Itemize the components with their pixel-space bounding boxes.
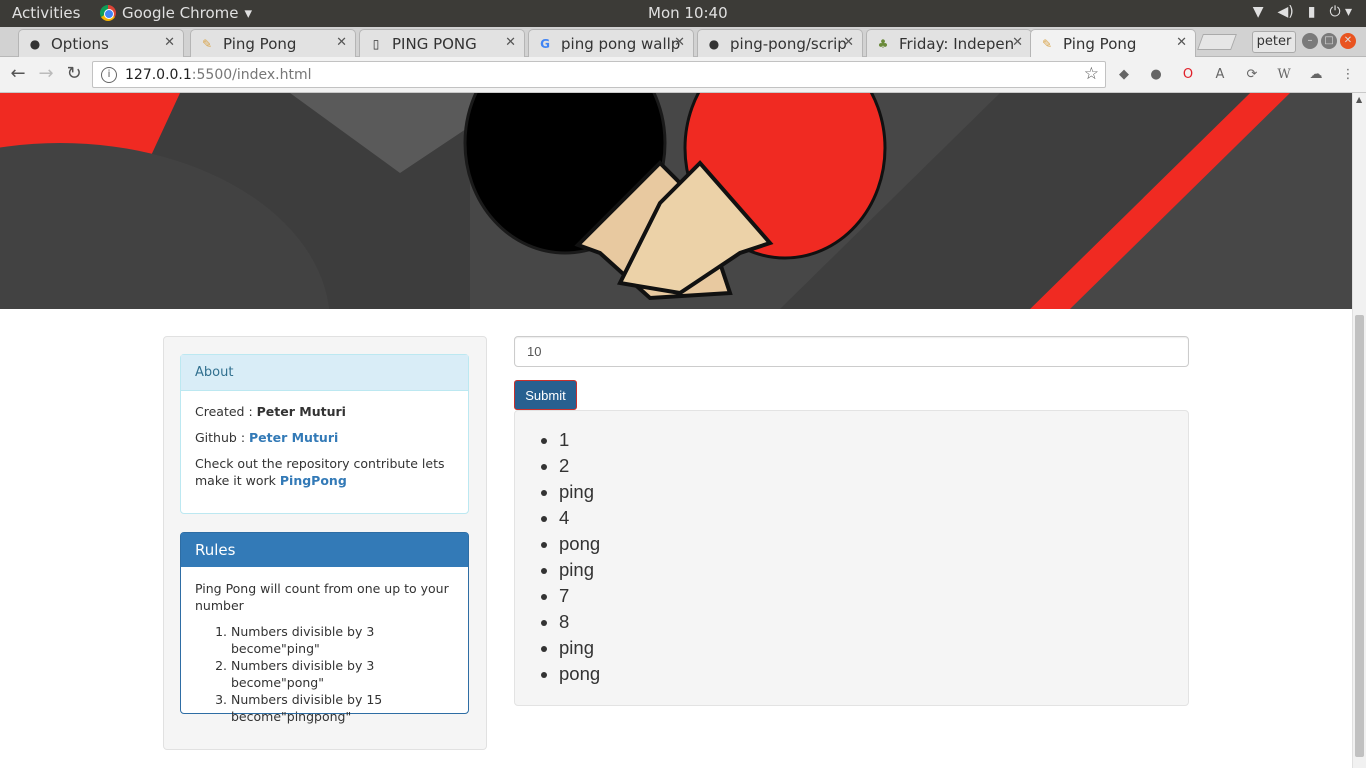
clock[interactable]: Mon 10:40 — [648, 4, 728, 22]
results-list: 1 2 ping 4 pong ping 7 8 ping pong — [559, 427, 1188, 687]
result-item: 1 — [559, 427, 1188, 453]
system-tray[interactable]: ▼ ◀) ▮ ⏻ ▾ — [1253, 4, 1352, 20]
creator-name: Peter Muturi — [256, 404, 346, 419]
tab-label: ping-pong/scrip — [730, 34, 847, 53]
dropbox-icon[interactable]: ◆ — [1115, 66, 1133, 84]
scroll-up-icon[interactable]: ▲ — [1356, 95, 1362, 104]
new-tab-button[interactable] — [1197, 34, 1237, 50]
github-icon: ● — [708, 36, 720, 51]
submit-button[interactable]: Submit — [514, 380, 577, 410]
rule-item: Numbers divisible by 3 become"ping" — [231, 623, 454, 657]
evernote-icon[interactable]: ● — [1147, 66, 1165, 84]
about-panel-body: Created : Peter Muturi Github : Peter Mu… — [181, 391, 468, 510]
window-controls: – □ ✕ — [1302, 33, 1356, 49]
close-tab-icon[interactable]: ✕ — [1012, 35, 1023, 50]
wifi-icon[interactable]: ▼ — [1253, 4, 1264, 20]
rules-panel-body: Ping Pong will count from one up to your… — [181, 567, 468, 738]
result-item: 4 — [559, 505, 1188, 531]
about-panel-title: About — [181, 355, 468, 391]
tab-ping-pong-doc[interactable]: ▯ PING PONG ✕ — [359, 29, 525, 57]
info-icon[interactable]: i — [101, 66, 117, 83]
tab-options[interactable]: ● Options ✕ — [18, 29, 184, 57]
address-host: 127.0.0.1 — [125, 66, 192, 83]
tab-label: Options — [51, 34, 109, 53]
app-name: Google Chrome — [122, 4, 239, 22]
tab-label: Friday: Indepen — [899, 34, 1015, 53]
close-window-icon[interactable]: ✕ — [1340, 33, 1356, 49]
github-label: Github : — [195, 430, 249, 445]
rules-list: Numbers divisible by 3 become"ping" Numb… — [231, 623, 454, 725]
close-tab-icon[interactable]: ✕ — [843, 35, 854, 50]
result-item: ping — [559, 557, 1188, 583]
tab-label: Ping Pong — [1063, 34, 1137, 53]
results-well: 1 2 ping 4 pong ping 7 8 ping pong — [514, 410, 1189, 706]
about-panel: About Created : Peter Muturi Github : Pe… — [180, 354, 469, 514]
minimize-icon[interactable]: – — [1302, 33, 1318, 49]
google-icon: G — [540, 36, 550, 51]
tab-github-script[interactable]: ● ping-pong/scrip ✕ — [697, 29, 863, 57]
tab-label: PING PONG — [392, 34, 477, 53]
result-item: ping — [559, 635, 1188, 661]
wikipedia-icon[interactable]: W — [1275, 66, 1293, 84]
rules-panel-title: Rules — [181, 533, 468, 567]
app-menu[interactable]: Google Chrome ▾ — [100, 4, 252, 22]
scrollbar-thumb[interactable] — [1355, 315, 1364, 757]
battery-icon[interactable]: ▮ — [1308, 4, 1316, 20]
forward-icon[interactable]: → — [35, 63, 57, 85]
address-bar[interactable]: i 127.0.0.1:5500/index.html ☆ — [92, 61, 1106, 88]
maximize-icon[interactable]: □ — [1321, 33, 1337, 49]
result-item: 2 — [559, 453, 1188, 479]
sync-icon[interactable]: ⟳ — [1243, 66, 1261, 84]
cloud-icon[interactable]: ☁ — [1307, 66, 1325, 84]
ping-pong-paddles-image — [0, 93, 1290, 309]
tab-friday[interactable]: ♣ Friday: Indepen ✕ — [866, 29, 1032, 57]
result-item: pong — [559, 661, 1188, 687]
close-tab-icon[interactable]: ✕ — [674, 35, 685, 50]
github-profile-link[interactable]: Peter Muturi — [249, 430, 338, 445]
back-icon[interactable]: ← — [7, 63, 29, 85]
tree-icon: ♣ — [877, 36, 889, 51]
repo-link[interactable]: PingPong — [280, 473, 347, 488]
tab-label: Ping Pong — [223, 34, 297, 53]
bookmark-star-icon[interactable]: ☆ — [1084, 64, 1099, 84]
menu-icon[interactable]: ⋮ — [1339, 66, 1357, 84]
browser-toolbar: ← → ↻ i 127.0.0.1:5500/index.html ☆ ◆ ● … — [0, 57, 1366, 93]
result-item: ping — [559, 479, 1188, 505]
chrome-icon — [100, 5, 116, 21]
result-item: 7 — [559, 583, 1188, 609]
pingpong-favicon: ✎ — [201, 36, 213, 51]
close-tab-icon[interactable]: ✕ — [1176, 35, 1187, 50]
close-tab-icon[interactable]: ✕ — [164, 35, 175, 50]
tab-strip: ● Options ✕ ✎ Ping Pong ✕ ▯ PING PONG ✕ … — [0, 27, 1366, 57]
close-tab-icon[interactable]: ✕ — [336, 35, 347, 50]
rules-intro: Ping Pong will count from one up to your… — [195, 581, 449, 613]
reload-icon[interactable]: ↻ — [63, 63, 85, 85]
opera-icon[interactable]: O — [1179, 66, 1197, 84]
rule-item: Numbers divisible by 3 become"pong" — [231, 657, 454, 691]
tab-ping-pong-1[interactable]: ✎ Ping Pong ✕ — [190, 29, 356, 57]
result-item: pong — [559, 531, 1188, 557]
power-icon[interactable]: ⏻ ▾ — [1329, 4, 1352, 20]
activities-button[interactable]: Activities — [12, 4, 80, 22]
address-path: :5500/index.html — [191, 66, 312, 83]
volume-icon[interactable]: ◀) — [1277, 4, 1293, 20]
page-scrollbar[interactable]: ▲ — [1352, 93, 1366, 768]
system-top-bar: Activities Google Chrome ▾ Mon 10:40 ▼ ◀… — [0, 0, 1366, 27]
close-tab-icon[interactable]: ✕ — [505, 35, 516, 50]
tab-ping-pong-active[interactable]: ✎ Ping Pong ✕ — [1030, 29, 1196, 57]
angular-icon[interactable]: A — [1211, 66, 1229, 84]
pingpong-favicon: ✎ — [1041, 36, 1053, 51]
result-item: 8 — [559, 609, 1188, 635]
created-label: Created : — [195, 404, 257, 419]
document-icon: ▯ — [372, 36, 380, 51]
github-icon: ● — [29, 36, 41, 51]
rule-item: Numbers divisible by 15 become"pingpong" — [231, 691, 454, 725]
tab-google-search[interactable]: G ping pong wallp ✕ — [528, 29, 694, 57]
tab-label: ping pong wallp — [561, 34, 681, 53]
caret-down-icon: ▾ — [244, 4, 253, 22]
number-input[interactable] — [514, 336, 1189, 367]
rules-panel: Rules Ping Pong will count from one up t… — [180, 532, 469, 724]
hero-banner — [0, 93, 1352, 309]
profile-button[interactable]: peter — [1252, 31, 1296, 53]
